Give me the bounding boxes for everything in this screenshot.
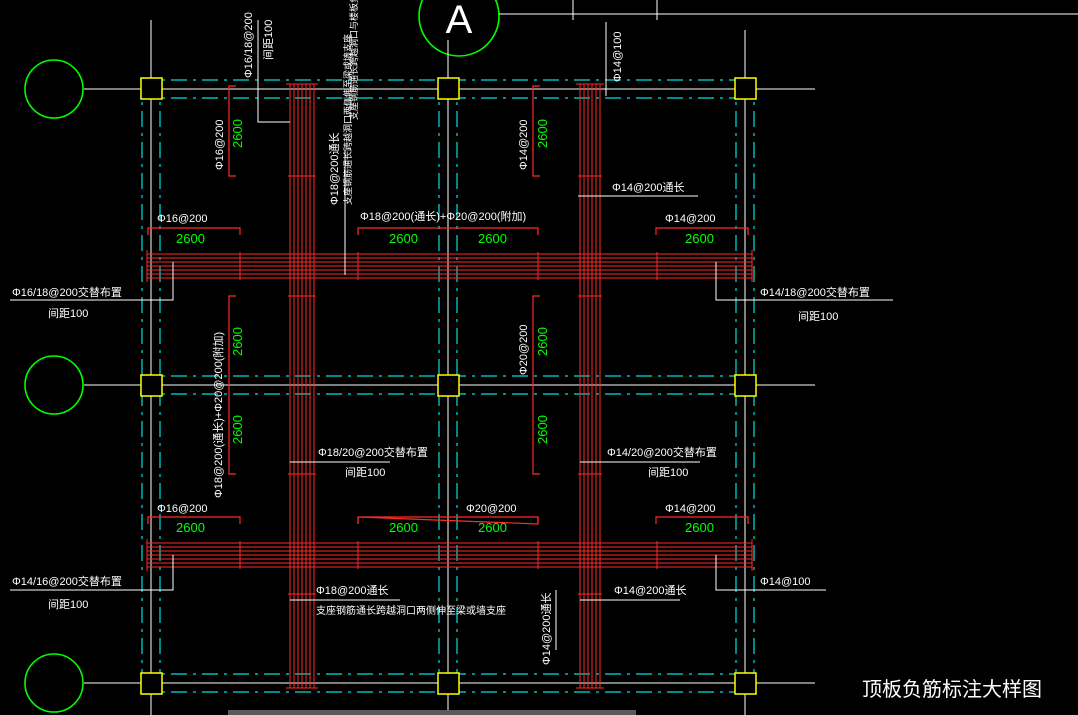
label-r2-left: Φ16@200: [157, 503, 208, 515]
label-r1-right: Φ14@200: [665, 213, 716, 225]
label-left-bot: Φ14/16@200交替布置: [12, 574, 122, 588]
label-bot-right-through: Φ14@200通长: [614, 584, 687, 597]
dim-c1-mid1: 2600: [230, 327, 245, 356]
label-top-right-vertical: Φ14@100: [612, 31, 624, 82]
dim-c1-top: 2600: [230, 119, 245, 148]
label-right-center-spacing: 间距100: [648, 466, 688, 479]
label-right-mid1: Φ14/18@200交替布置: [760, 285, 870, 299]
dim-c3-top: 2600: [535, 119, 550, 148]
dim-r2-right: 2600: [685, 520, 714, 535]
dim-r1-mid1: 2600: [389, 231, 418, 246]
label-col3-top: Φ14@200: [518, 119, 530, 170]
rebar-band-row2: [146, 539, 753, 571]
label-r1-left: Φ16@200: [157, 213, 208, 225]
dim-r2-mid1: 2600: [389, 520, 418, 535]
rebar-band-row1: [146, 250, 753, 282]
label-col1-mid: Φ18@200(通长)+Φ20@200(附加): [211, 332, 225, 498]
label-r1-right-through: Φ14@200通长: [612, 181, 685, 194]
label-col2-top-note: 支座钢筋通长跨越洞口与楼板负筋支座: [348, 0, 359, 120]
dim-r1-mid2: 2600: [478, 231, 507, 246]
label-col1-top: Φ16@200: [214, 119, 226, 170]
label-col3-mid: Φ20@200: [518, 324, 530, 375]
label-top-left-spacing: 间距100: [262, 20, 275, 60]
label-left-bot-spacing: 间距100: [48, 598, 88, 611]
label-r1-mid: Φ18@200(通长)+Φ20@200(附加): [360, 209, 526, 223]
axis-lines: [84, 0, 1078, 715]
label-col2-through: Φ18@200通长: [328, 132, 341, 205]
label-r2-right: Φ14@200: [665, 503, 716, 515]
label-bot-through: Φ18@200通长: [316, 584, 389, 597]
rebar-band-col1: [286, 83, 318, 689]
label-center-mid: Φ18/20@200交替布置: [318, 445, 428, 459]
axis-label-a: A: [446, 0, 473, 42]
rebar-band-col2: [576, 83, 604, 689]
horizontal-scrollbar[interactable]: [228, 710, 636, 715]
dim-c3-mid2: 2600: [535, 415, 550, 444]
label-right-mid1-spacing: 间距100: [798, 310, 838, 323]
drawing-canvas[interactable]: A 2600 2600 2600 2600 2600 2600 2600 260…: [0, 0, 1078, 715]
label-r2-mid: Φ20@200: [466, 503, 517, 515]
dim-r2-mid2: 2600: [478, 520, 507, 535]
dim-r2-left: 2600: [176, 520, 205, 535]
dim-c3-mid1: 2600: [535, 327, 550, 356]
label-left-mid1-spacing: 间距100: [48, 307, 88, 320]
label-bot-col3: Φ14@200通长: [540, 592, 553, 665]
label-bot-through-note: 支座钢筋通长跨越洞口两侧伸至梁或墙支座: [316, 604, 506, 617]
dim-r1-right: 2600: [685, 231, 714, 246]
label-right-center: Φ14/20@200交替布置: [607, 445, 717, 459]
dim-r1-left: 2600: [176, 231, 205, 246]
label-top-left-vertical: Φ16/18@200: [243, 12, 255, 78]
label-left-mid1: Φ16/18@200交替布置: [12, 285, 122, 299]
drawing-title: 顶板负筋标注大样图: [862, 678, 1042, 701]
dim-c1-mid2: 2600: [230, 415, 245, 444]
label-center-mid-spacing: 间距100: [345, 466, 385, 479]
label-bot-right: Φ14@100: [760, 576, 811, 588]
